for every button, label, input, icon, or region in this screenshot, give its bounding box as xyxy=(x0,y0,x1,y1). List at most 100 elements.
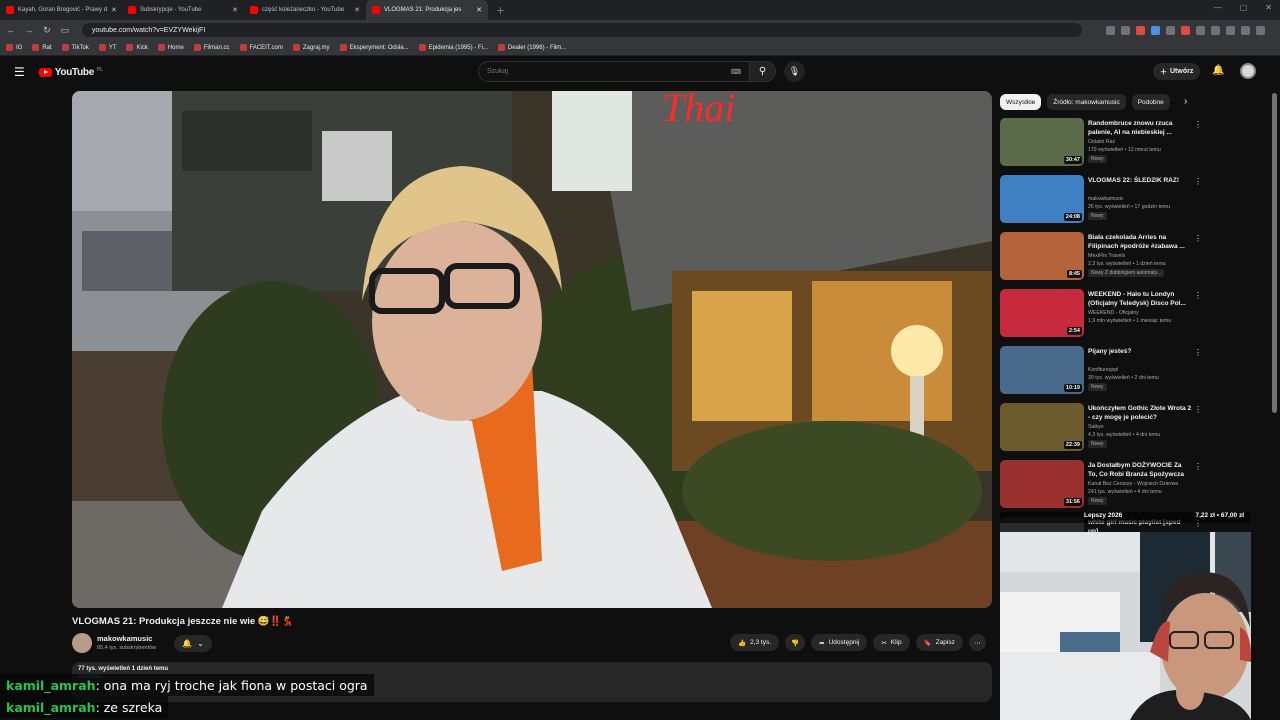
chip-source-channel[interactable]: Źródło: makowkamusic xyxy=(1047,94,1126,110)
recommendation-item[interactable]: 24:08 VLOGMAS 22: ŚLEDZIK RAZ! makowkamusi… xyxy=(1000,175,1205,227)
close-icon[interactable]: ✕ xyxy=(232,6,238,14)
recommendation-title[interactable]: VLOGMAS 22: ŚLEDZIK RAZ! xyxy=(1088,176,1192,185)
close-window-icon[interactable]: ✕ xyxy=(1265,3,1272,12)
bookmark-item[interactable]: FACEIT.com xyxy=(239,44,283,51)
recommendation-item[interactable]: 10:19 Pijany jesteś? Konfitureqxpl 39 tys. … xyxy=(1000,346,1205,398)
extension-icon[interactable] xyxy=(1151,25,1160,35)
chip-similar[interactable]: Podobne xyxy=(1131,94,1170,110)
maximize-icon[interactable]: ▢ xyxy=(1240,3,1248,12)
more-actions-button[interactable]: ⋯ xyxy=(968,634,986,651)
bookmark-page-icon[interactable]: ▭ xyxy=(60,25,70,36)
extension-icon[interactable] xyxy=(1256,25,1265,35)
close-icon[interactable]: ✕ xyxy=(354,6,360,14)
video-thumbnail[interactable]: 31:56 xyxy=(1000,460,1084,508)
extension-icon[interactable] xyxy=(1181,25,1190,35)
channel-avatar[interactable] xyxy=(72,633,92,653)
chevron-right-icon[interactable]: › xyxy=(1184,96,1187,107)
bookmark-item[interactable]: Zagraj.my xyxy=(292,44,330,51)
clip-button[interactable]: ✂ Klip xyxy=(873,634,910,651)
more-vertical-icon[interactable]: ⋮ xyxy=(1194,462,1202,471)
bookmark-item[interactable]: Home xyxy=(157,44,184,51)
more-vertical-icon[interactable]: ⋮ xyxy=(1194,234,1202,243)
recommendation-channel[interactable]: MexiFlix Travels xyxy=(1088,253,1125,259)
forward-icon[interactable]: → xyxy=(24,25,34,35)
close-icon[interactable]: ✕ xyxy=(476,6,482,14)
browser-tab[interactable]: część koleżaneczko - YouTube ✕ xyxy=(244,0,366,20)
bookmark-item[interactable]: YT xyxy=(98,44,116,51)
more-vertical-icon[interactable]: ⋮ xyxy=(1194,291,1202,300)
back-icon[interactable]: ← xyxy=(6,25,16,35)
more-vertical-icon[interactable]: ⋮ xyxy=(1194,120,1202,129)
bookmark-item[interactable]: Filman.cc xyxy=(193,44,230,51)
recommendation-title[interactable]: Ja Dostałbym DOŻYWOCIE Za To, Co Robi Br… xyxy=(1088,461,1192,479)
new-tab-icon[interactable]: ＋ xyxy=(496,4,505,17)
save-button[interactable]: 🔖 Zapisz xyxy=(915,634,963,651)
browser-tab[interactable]: Subskrypcje - YouTube ✕ xyxy=(122,0,244,20)
recommendation-item[interactable]: 31:56 Ja Dostałbym DOŻYWOCIE Za To, Co Ro… xyxy=(1000,460,1205,512)
more-vertical-icon[interactable]: ⋮ xyxy=(1194,348,1202,357)
menu-icon[interactable]: ☰ xyxy=(14,65,25,79)
bookmark-item[interactable]: TikTok xyxy=(61,44,89,51)
recommendation-channel[interactable]: Ostatni Raz xyxy=(1088,139,1115,145)
page-scrollbar[interactable] xyxy=(1270,87,1280,532)
video-thumbnail[interactable]: 8:45 xyxy=(1000,232,1084,280)
recommendation-item[interactable]: 2:54 WEEKEND - Halo tu Londyn (Oficjalny … xyxy=(1000,289,1205,341)
close-icon[interactable]: ✕ xyxy=(111,6,117,14)
reload-icon[interactable]: ↻ xyxy=(42,25,52,36)
recommendation-title[interactable]: WEEKEND - Halo tu Londyn (Oficjalny Tele… xyxy=(1088,290,1192,308)
youtube-logo[interactable]: YouTube PL xyxy=(38,67,103,78)
recommendation-item[interactable]: 8:45 Biała czekolada Arries na Filipinach… xyxy=(1000,232,1205,284)
notifications-bell-icon[interactable]: 🔔 xyxy=(1212,65,1224,76)
recommendation-channel[interactable]: Saikyo xyxy=(1088,424,1104,430)
recommendation-title[interactable]: Ukończyłem Gothic Złote Wrota 2 - czy mo… xyxy=(1088,404,1192,422)
video-thumbnail[interactable]: 24:08 xyxy=(1000,175,1084,223)
bookmark-item[interactable]: Epidemia (1995) - Fi... xyxy=(418,44,488,51)
video-thumbnail[interactable]: 2:54 xyxy=(1000,289,1084,337)
share-button[interactable]: ➦ Udostępnij xyxy=(811,634,868,651)
url-field[interactable]: youtube.com/watch?v=EVZYWekijFI xyxy=(82,23,1082,37)
bookmark-item[interactable]: Rat xyxy=(32,44,52,51)
browser-tab[interactable]: Kayah, Goran Bregović - Prawy d ✕ xyxy=(0,0,122,20)
recommendation-title[interactable]: Biała czekolada Arries na Filipinach #po… xyxy=(1088,233,1192,251)
bookmark-item[interactable]: Kick xyxy=(126,44,148,51)
more-vertical-icon[interactable]: ⋮ xyxy=(1194,177,1202,186)
recommendation-title[interactable]: Pijany jesteś? xyxy=(1088,347,1192,356)
like-button[interactable]: 👍 2,3 tys. xyxy=(730,634,780,651)
minimize-icon[interactable]: — xyxy=(1214,3,1222,12)
extension-icon[interactable] xyxy=(1226,25,1235,35)
extension-icon[interactable] xyxy=(1166,25,1175,35)
extension-icon[interactable] xyxy=(1241,25,1250,35)
chip-all[interactable]: Wszystkie xyxy=(1000,94,1042,110)
subscribed-button[interactable]: 🔔 ⌄ xyxy=(174,635,212,652)
search-input[interactable] xyxy=(487,68,717,75)
extension-icon[interactable] xyxy=(1136,25,1145,35)
extension-icon[interactable] xyxy=(1121,25,1130,35)
voice-search-button[interactable]: 🎙 xyxy=(784,61,805,82)
scrollbar-thumb[interactable] xyxy=(1272,93,1277,413)
video-thumbnail[interactable]: 10:19 xyxy=(1000,346,1084,394)
account-avatar[interactable] xyxy=(1240,63,1256,79)
recommendation-channel[interactable]: Kanał Bez Cenzury - Wojciech Dzierwa xyxy=(1088,481,1178,487)
extension-icon[interactable] xyxy=(1106,25,1115,35)
recommendation-channel[interactable]: Konfitureqxpl xyxy=(1088,367,1118,373)
recommendation-channel[interactable]: makowkamusic xyxy=(1088,196,1123,202)
bookmark-item[interactable]: IG xyxy=(6,44,22,51)
bookmark-item[interactable]: Eksperyment: Odsła... xyxy=(339,44,409,51)
video-player[interactable]: Thai xyxy=(72,91,992,608)
video-thumbnail[interactable]: 30:47 xyxy=(1000,118,1084,166)
recommendation-title[interactable]: Randombruce znowu rzuca palenie, AI na n… xyxy=(1088,119,1192,137)
bookmark-item[interactable]: Dealer (1996) - Film... xyxy=(497,44,566,51)
extension-icon[interactable] xyxy=(1211,25,1220,35)
channel-name[interactable]: makowkamusic xyxy=(97,634,152,643)
recommendation-channel[interactable]: WEEKEND - Oficjalny xyxy=(1088,310,1139,316)
create-button[interactable]: ＋ Utwórz xyxy=(1153,63,1201,80)
dislike-button[interactable]: 👎 xyxy=(785,634,806,651)
more-vertical-icon[interactable]: ⋮ xyxy=(1194,405,1202,414)
video-thumbnail[interactable]: 22:39 xyxy=(1000,403,1084,451)
recommendation-item[interactable]: 22:39 Ukończyłem Gothic Złote Wrota 2 - c… xyxy=(1000,403,1205,455)
search-button[interactable]: ⚲ xyxy=(750,61,776,82)
keyboard-icon[interactable]: ⌨ xyxy=(731,68,741,76)
browser-tab-active[interactable]: VLOGMAS 21: Produkcja jes ✕ xyxy=(366,0,488,20)
extension-icon[interactable] xyxy=(1196,25,1205,35)
recommendation-item[interactable]: 30:47 Randombruce znowu rzuca palenie, AI… xyxy=(1000,118,1205,170)
